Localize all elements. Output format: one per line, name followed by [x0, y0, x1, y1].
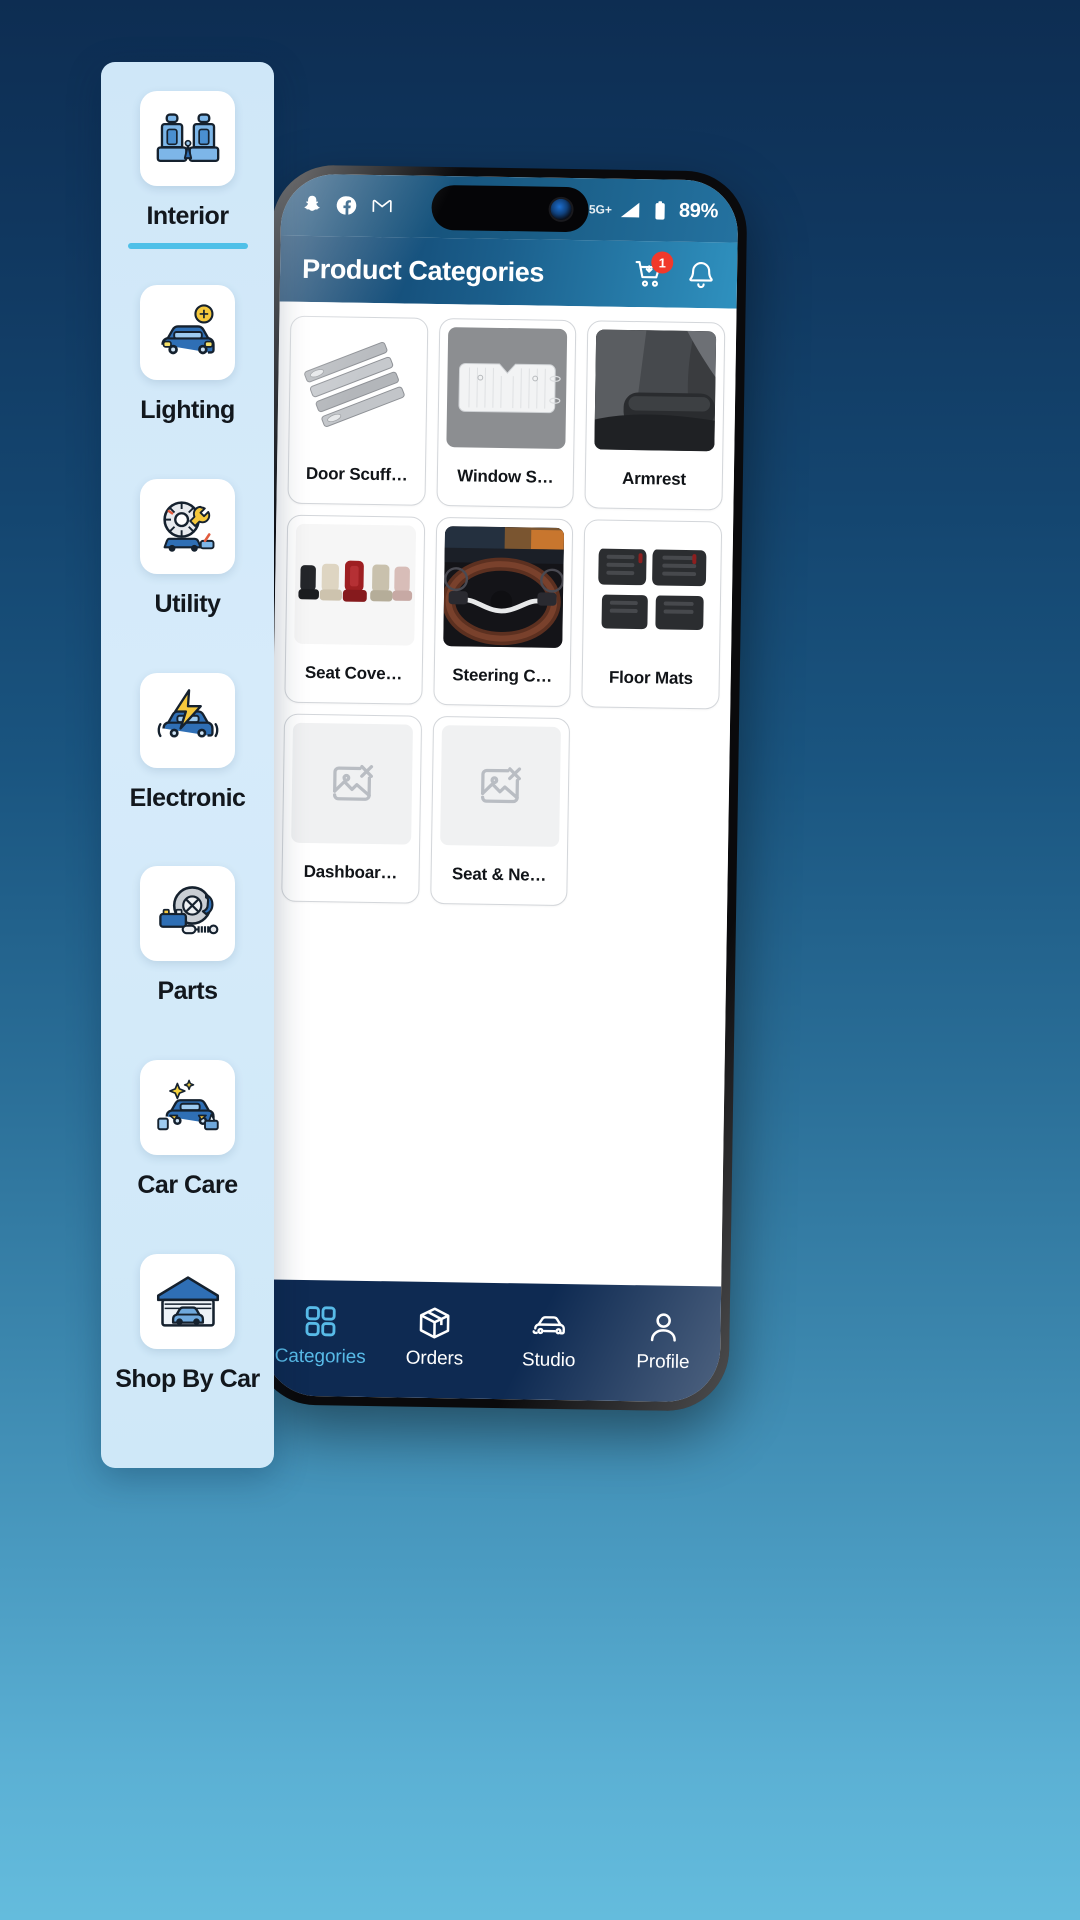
broken-image-icon [477, 763, 524, 810]
header-actions: 1 [633, 251, 717, 291]
product-image-floor-mats [591, 528, 714, 651]
product-card[interactable]: Steering C… [432, 516, 574, 708]
nav-item-profile[interactable]: Profile [606, 1307, 721, 1374]
rail-item-label: Parts [157, 977, 218, 1006]
car-seats-icon [140, 91, 235, 186]
battery-icon [649, 199, 671, 221]
snapchat-icon [301, 194, 323, 216]
cart-badge: 1 [651, 251, 674, 274]
product-grid: Door Scuff… Window S… Armrest Seat Cove…… [281, 315, 726, 909]
product-label: Door Scuff… [305, 463, 408, 485]
product-card[interactable]: Seat Cove… [284, 514, 425, 705]
network-type-label: 5G+ [588, 202, 613, 217]
car-parts-icon [140, 866, 235, 962]
box-icon [417, 1304, 454, 1341]
status-bar: 5G+ 89% [280, 173, 739, 243]
product-image-seat-covers [294, 523, 416, 646]
product-card[interactable]: Dashboar… [281, 713, 422, 904]
product-card[interactable]: Seat & Ne… [429, 715, 571, 907]
product-card[interactable]: Floor Mats [581, 519, 723, 710]
signal-icon [619, 199, 641, 221]
nav-label: Orders [405, 1347, 464, 1369]
rail-item-label: Interior [146, 202, 229, 230]
rail-item-label: Car Care [137, 1171, 238, 1200]
product-card[interactable]: Door Scuff… [287, 315, 429, 506]
rail-item-label: Electronic [129, 783, 246, 812]
nav-item-studio[interactable]: Studio [491, 1305, 606, 1372]
product-image-window-sunshade [446, 327, 568, 449]
product-image-placeholder [291, 722, 413, 845]
status-bar-left [301, 194, 393, 217]
rail-item-car-care[interactable]: Car Care [101, 1060, 274, 1254]
rail-item-label: Utility [154, 589, 221, 618]
rail-item-interior[interactable]: Interior [101, 91, 274, 285]
rail-item-electronic[interactable]: Electronic [101, 672, 274, 867]
front-camera-icon [549, 198, 572, 221]
broken-image-icon [329, 760, 376, 807]
rail-item-utility[interactable]: Utility [101, 478, 274, 673]
page-title: Product Categories [301, 253, 545, 288]
car-tools-icon [140, 478, 235, 574]
content-area: Door Scuff… Window S… Armrest Seat Cove…… [264, 301, 737, 1287]
facebook-icon [336, 194, 358, 216]
car-light-icon [140, 284, 235, 380]
bottom-navigation: Categories Orders Studio Profile [262, 1279, 722, 1403]
cart-button[interactable]: 1 [633, 251, 674, 290]
product-label: Floor Mats [608, 667, 694, 689]
rail-item-label: Shop By Car [115, 1365, 260, 1394]
category-rail: Interior Lighting Utility Electronic Par… [101, 62, 274, 1468]
nav-label: Studio [521, 1348, 576, 1371]
person-icon [645, 1308, 682, 1345]
phone-screen: 5G+ 89% Product Categories 1 Door Scuff…… [262, 173, 739, 1403]
car-battery-icon [140, 672, 235, 768]
app-header: Product Categories 1 [279, 235, 738, 309]
phone-mockup: 5G+ 89% Product Categories 1 Door Scuff…… [253, 164, 748, 1412]
rail-active-indicator [127, 242, 248, 249]
product-label: Seat Cove… [304, 662, 403, 684]
gmail-icon [371, 195, 393, 217]
product-card[interactable]: Armrest [584, 320, 726, 511]
rail-item-label: Lighting [140, 395, 235, 424]
nav-item-orders[interactable]: Orders [377, 1304, 492, 1371]
product-label: Seat & Ne… [451, 864, 547, 885]
product-label: Dashboar… [303, 861, 398, 883]
camera-notch [430, 184, 589, 233]
rail-item-lighting[interactable]: Lighting [101, 284, 274, 479]
battery-percent-label: 89% [678, 199, 719, 222]
product-label: Steering C… [452, 665, 553, 686]
car-wash-icon [140, 1060, 235, 1156]
product-label: Window S… [457, 466, 554, 487]
car-garage-icon [140, 1254, 235, 1350]
product-image-door-scuff [297, 324, 419, 447]
product-label: Armrest [621, 468, 687, 489]
nav-label: Categories [274, 1345, 366, 1368]
notifications-button[interactable] [685, 259, 717, 291]
product-image-armrest [594, 329, 717, 452]
grid-icon [302, 1302, 339, 1339]
nav-label: Profile [636, 1350, 690, 1373]
rail-item-parts[interactable]: Parts [101, 866, 274, 1060]
product-image-steering-cover [442, 526, 565, 648]
rail-item-shop-by-car[interactable]: Shop By Car [101, 1254, 274, 1448]
car-icon [531, 1306, 568, 1343]
nav-item-categories[interactable]: Categories [263, 1302, 378, 1369]
product-image-placeholder [439, 725, 562, 847]
product-card[interactable]: Window S… [436, 317, 577, 509]
